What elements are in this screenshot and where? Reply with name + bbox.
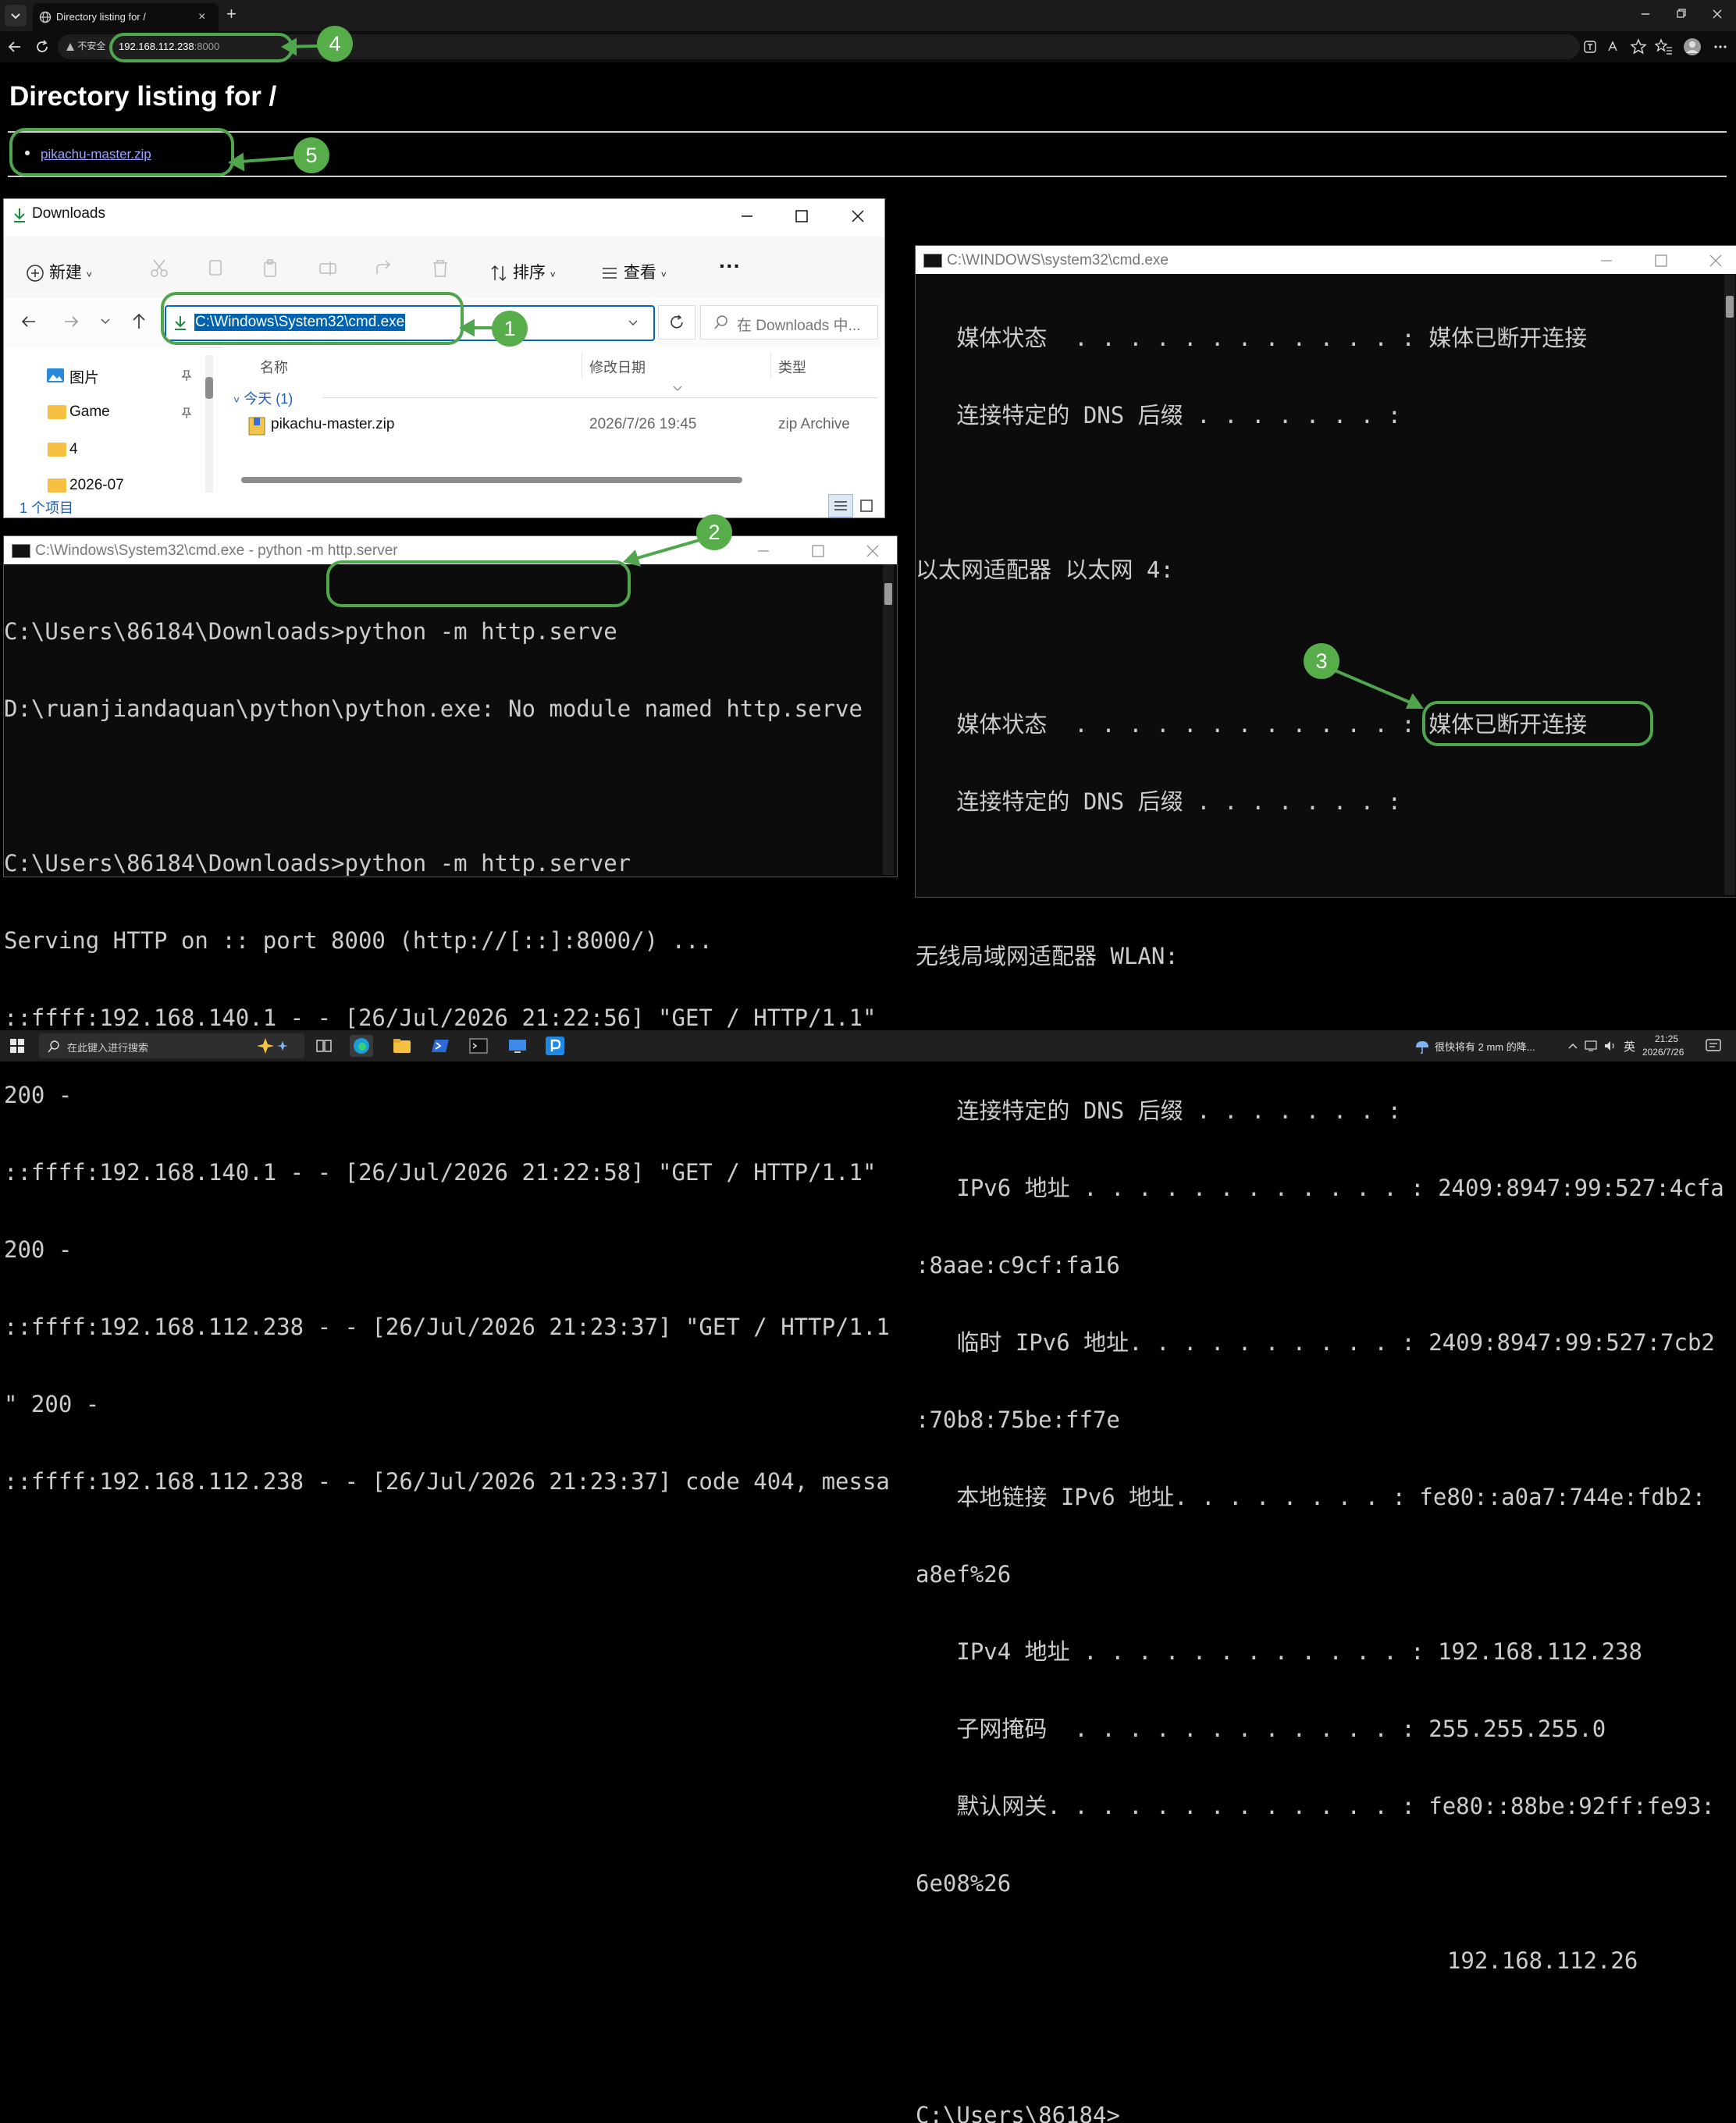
terminal-line: ::ffff:192.168.112.238 - - [26/Jul/2026 …: [4, 1314, 890, 1340]
p-app-icon: [546, 1037, 564, 1055]
terminal-line: " 200 -: [4, 1391, 100, 1417]
annotation-box-link: [9, 128, 234, 176]
terminal-line: :8aae:c9cf:fa16: [916, 1252, 1120, 1278]
taskbar-app-remote[interactable]: [506, 1035, 529, 1057]
terminal-line: 子网掩码 . . . . . . . . . . . . : 255.255.2…: [916, 1716, 1606, 1742]
taskbar-search-placeholder: 在此键入进行搜索: [67, 1042, 149, 1054]
terminal-line: 连接特定的 DNS 后缀 . . . . . . . :: [916, 1097, 1402, 1124]
input-language[interactable]: 英: [1624, 1038, 1635, 1054]
annotation-arrows: [228, 37, 1424, 709]
windows-start-icon[interactable]: [9, 1038, 25, 1054]
weather-rain-icon: [1416, 1041, 1428, 1054]
terminal-line: IPv4 地址 . . . . . . . . . . . . : 192.16…: [916, 1638, 1642, 1665]
terminal-line: a8ef%26: [916, 1561, 1012, 1588]
clock-date[interactable]: 2026/7/26: [1642, 1047, 1684, 1058]
terminal-line: 本地链接 IPv6 地址. . . . . . . . : fe80::a0a7…: [916, 1484, 1706, 1510]
folder-icon: [393, 1039, 411, 1053]
taskbar-app-p[interactable]: [543, 1035, 567, 1057]
taskbar-app-explorer[interactable]: [390, 1035, 414, 1057]
remote-desktop-icon: [509, 1040, 526, 1053]
terminal-line: :70b8:75be:ff7e: [916, 1406, 1120, 1433]
task-view-icon[interactable]: [315, 1038, 333, 1054]
taskbar-app-powershell[interactable]: [429, 1035, 453, 1057]
edge-icon: [354, 1038, 369, 1054]
arrow-head: [1405, 692, 1424, 709]
terminal-line: C:\Users\86184>: [916, 2102, 1120, 2123]
network-icon[interactable]: [1585, 1040, 1597, 1052]
search-icon: [48, 1040, 59, 1053]
tray-weather[interactable]: 很快将有 2 mm 的降...: [1435, 1039, 1535, 1054]
terminal-line: 6e08%26: [916, 1870, 1012, 1897]
taskbar: 在此键入进行搜索 很快将有 2 mm 的降... 英 21:25 2026/7/…: [0, 1030, 1736, 1062]
annotation-badge: 5: [293, 137, 329, 173]
annotation-box-ipv4: [1422, 701, 1653, 746]
terminal-line: 192.168.112.26: [916, 1947, 1638, 1974]
annotation-box-command: [326, 560, 631, 607]
notification-icon[interactable]: [1705, 1038, 1722, 1054]
terminal-line: ::ffff:192.168.112.238 - - [26/Jul/2026 …: [4, 1468, 890, 1495]
search-highlight-icon: [257, 1038, 288, 1054]
taskbar-search-input[interactable]: 在此键入进行搜索: [39, 1033, 304, 1058]
clock-time[interactable]: 21:25: [1655, 1033, 1678, 1044]
terminal-line: ::ffff:192.168.140.1 - - [26/Jul/2026 21…: [4, 1159, 877, 1186]
arrow-head: [458, 318, 475, 337]
terminal-line: 200 -: [4, 1236, 73, 1263]
terminal-line: 200 -: [4, 1082, 73, 1108]
annotation-box-address: [109, 33, 293, 62]
taskbar-app-edge[interactable]: [350, 1035, 373, 1057]
terminal-line: 临时 IPv6 地址. . . . . . . . . . : 2409:894…: [916, 1329, 1715, 1356]
terminal-line: IPv6 地址 . . . . . . . . . . . . : 2409:8…: [916, 1175, 1724, 1201]
annotation-box-explorer-path: [161, 292, 464, 345]
powershell-icon: [432, 1040, 449, 1052]
annotation-badge: 4: [317, 26, 353, 62]
taskbar-app-terminal[interactable]: [467, 1035, 490, 1057]
volume-icon[interactable]: [1603, 1040, 1617, 1052]
arrow-head: [623, 549, 642, 567]
chevron-up-icon[interactable]: [1567, 1040, 1578, 1051]
annotation-badge: 1: [492, 311, 528, 347]
terminal-line: 默认网关. . . . . . . . . . . . . : fe80::88…: [916, 1793, 1715, 1819]
terminal-icon: [469, 1038, 488, 1054]
annotation-badge: 3: [1304, 643, 1339, 679]
annotation-badge: 2: [696, 514, 732, 550]
